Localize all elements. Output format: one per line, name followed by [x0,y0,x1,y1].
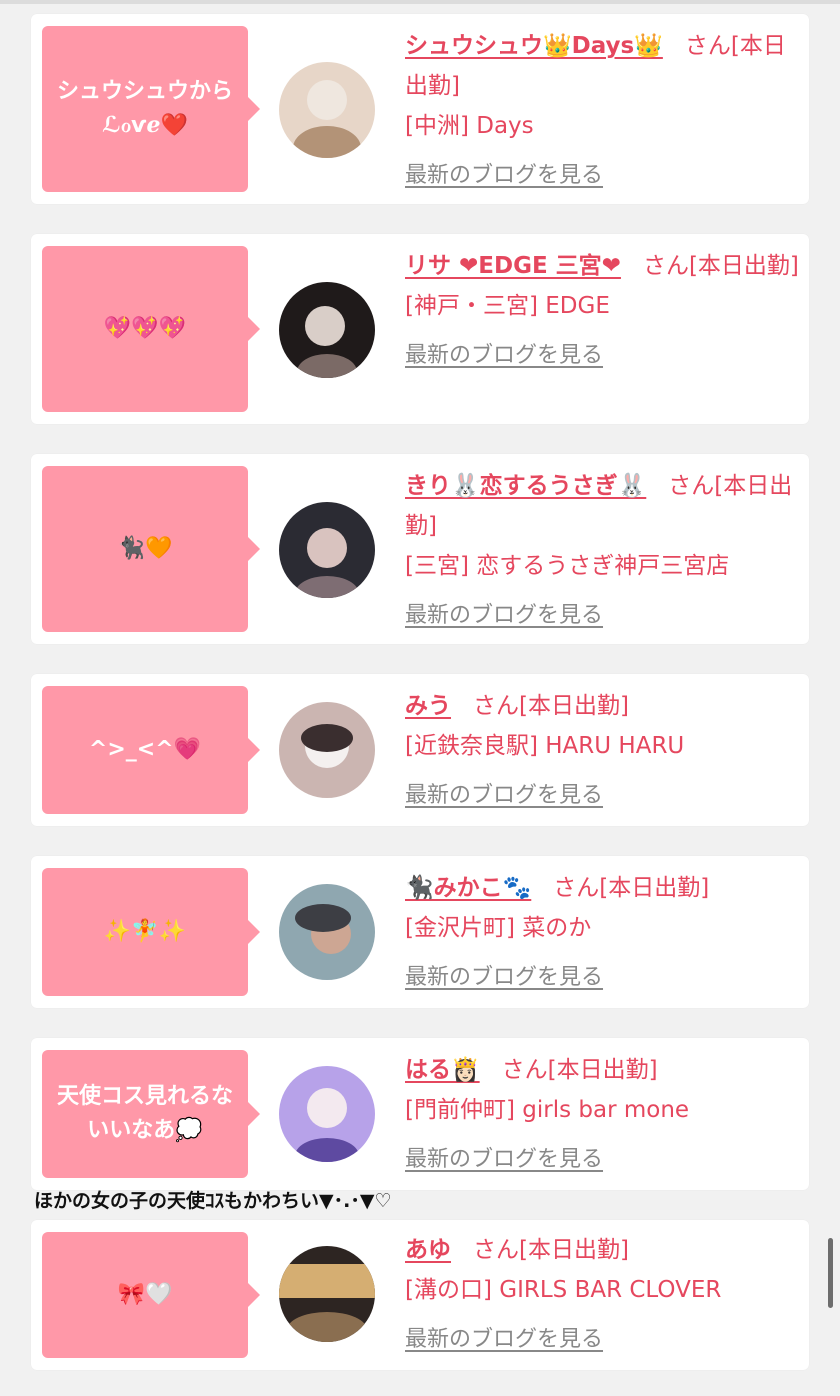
girl-name-link[interactable]: 🐈‍⬛みかこ🐾 [405,875,531,901]
avatar-image [279,502,375,598]
girl-card[interactable]: 💖💖💖 リサ ❤EDGE 三宮❤ さん[本日出勤] [神戸・三宮] EDGE 最新… [31,234,809,424]
comment-bubble: 💖💖💖 [42,246,260,412]
avatar[interactable] [279,282,375,378]
avatar[interactable] [279,502,375,598]
girl-card[interactable]: 🐈‍⬛🧡 きり🐰恋するうさぎ🐰 さん[本日出勤] [三宮] 恋するうさぎ神戸三宮店… [31,454,809,644]
avatar[interactable] [279,1066,375,1162]
shop-label: [金沢片町] 菜のか [405,915,592,941]
girl-card[interactable]: ✨🧚✨ 🐈‍⬛みかこ🐾 さん[本日出勤] [金沢片町] 菜のか 最新のブログを見る [31,856,809,1008]
comment-text: シュウシュウから ℒℴѵℯ❤️ [56,79,233,138]
scrollbar[interactable] [828,1238,833,1308]
comment-text: ^>_<^💗 [88,737,202,762]
shop-label: [神戸・三宮] EDGE [405,293,610,319]
blog-link[interactable]: 最新のブログを見る [405,1320,603,1360]
blog-link[interactable]: 最新のブログを見る [405,336,603,376]
avatar-image [279,1066,375,1162]
girl-name-link[interactable]: リサ ❤EDGE 三宮❤ [405,253,621,279]
comment-bubble: 🐈‍⬛🧡 [42,466,260,632]
avatar[interactable] [279,702,375,798]
status-text: さん[本日出勤] [553,875,710,901]
girl-name-link[interactable]: きり🐰恋するうさぎ🐰 [405,473,646,499]
avatar-image [279,282,375,378]
girl-card[interactable]: 天使コス見れるな いいなあ💭 はる👸🏻 さん[本日出勤] [門前仲町] girls… [31,1038,809,1190]
shop-label: [中洲] Days [405,113,534,139]
avatar-image [279,62,375,158]
comment-text: 天使コス見れるな いいなあ💭 [56,1084,233,1143]
girl-card[interactable]: ^>_<^💗 みう さん[本日出勤] [近鉄奈良駅] HARU HARU 最新のブ… [31,674,809,826]
girl-name-link[interactable]: シュウシュウ👑Days👑 [405,33,663,59]
blog-link[interactable]: 最新のブログを見る [405,156,603,196]
avatar-image [279,884,375,980]
girl-name-link[interactable]: あゆ [405,1237,451,1263]
status-text: さん[本日出勤] [642,253,799,279]
girl-name-link[interactable]: みう [405,693,451,719]
status-text: さん[本日出勤] [473,1237,629,1263]
comment-bubble: シュウシュウから ℒℴѵℯ❤️ [42,26,260,192]
top-divider [0,0,840,4]
comment-bubble: ✨🧚✨ [42,868,260,996]
avatar-image [279,702,375,798]
comment-bubble: 🎀🤍 [42,1232,260,1358]
avatar[interactable] [279,62,375,158]
avatar[interactable] [279,1246,375,1342]
shop-label: [溝の口] GIRLS BAR CLOVER [405,1277,722,1303]
blog-link[interactable]: 最新のブログを見る [405,776,603,816]
avatar[interactable] [279,884,375,980]
avatar-image [279,1246,375,1342]
comment-bubble: 天使コス見れるな いいなあ💭 [42,1050,260,1178]
blog-link[interactable]: 最新のブログを見る [405,1140,603,1180]
shop-label: [近鉄奈良駅] HARU HARU [405,733,685,759]
girl-card[interactable]: 🎀🤍 あゆ さん[本日出勤] [溝の口] GIRLS BAR CLOVER 最新の… [31,1220,809,1370]
overlay-caption: ほかの女の子の天使ｺｽもかわちい▼･.･▼♡ [34,1190,392,1212]
comment-text: 🎀🤍 [117,1282,173,1307]
comment-bubble: ^>_<^💗 [42,686,260,814]
shop-label: [三宮] 恋するうさぎ神戸三宮店 [405,553,730,579]
status-text: さん[本日出勤] [473,693,629,719]
status-text: さん[本日出勤] [501,1057,658,1083]
blog-link[interactable]: 最新のブログを見る [405,596,603,636]
comment-text: 🐈‍⬛🧡 [117,536,173,561]
girl-name-link[interactable]: はる👸🏻 [405,1057,480,1083]
girl-card[interactable]: シュウシュウから ℒℴѵℯ❤️ シュウシュウ👑Days👑 さん[本日出勤] [中洲… [31,14,809,204]
shop-label: [門前仲町] girls bar mone [405,1097,690,1123]
comment-text: ✨🧚✨ [103,919,187,944]
comment-text: 💖💖💖 [103,316,187,341]
blog-link[interactable]: 最新のブログを見る [405,958,603,998]
